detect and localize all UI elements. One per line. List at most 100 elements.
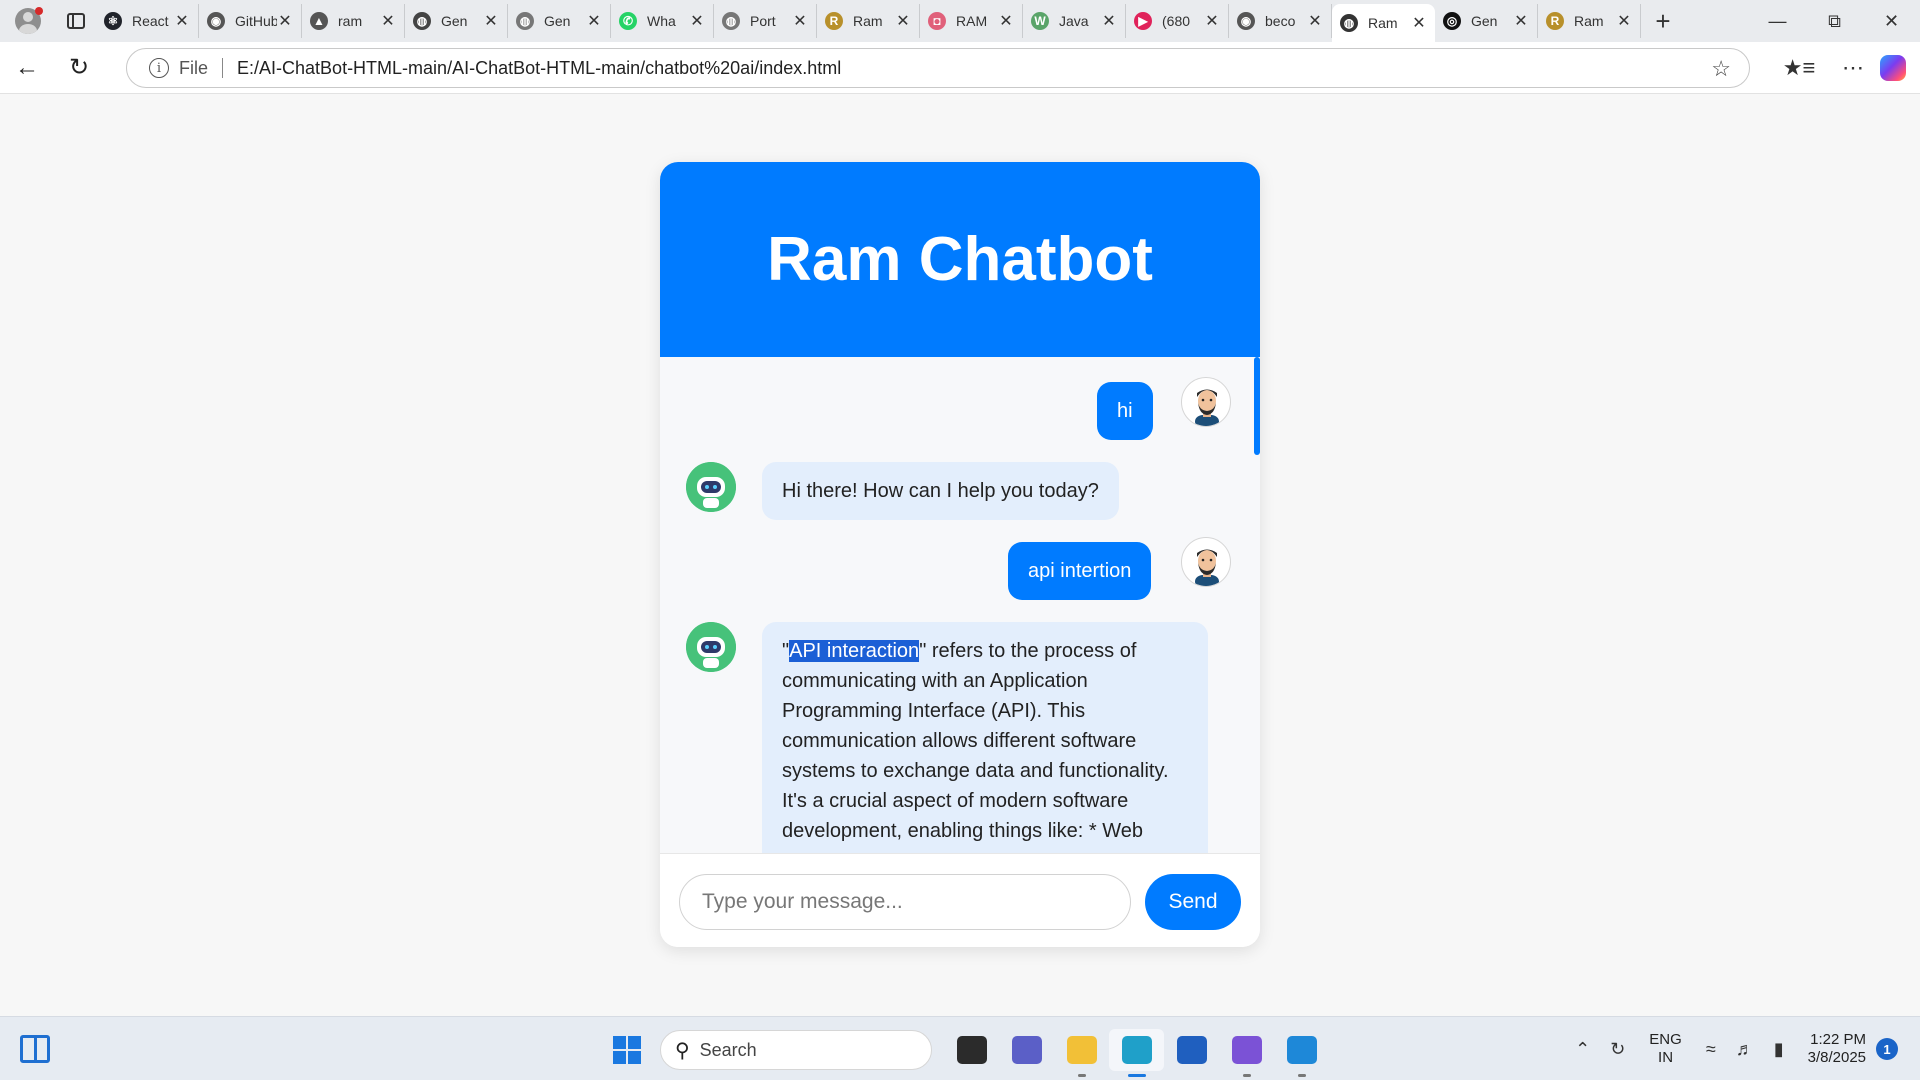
site-info-icon[interactable]: i: [149, 58, 169, 78]
taskbar-app-task-view[interactable]: [944, 1029, 999, 1071]
close-window-button[interactable]: ✕: [1863, 0, 1920, 42]
taskbar-search-label: Search: [699, 1039, 757, 1060]
browser-tab[interactable]: ◍ Ram ✕: [1332, 4, 1435, 42]
settings-more-button[interactable]: ⋯: [1826, 42, 1880, 94]
show-hidden-icons-chevron-icon[interactable]: ⌃: [1575, 1039, 1590, 1060]
taskbar-app-m365[interactable]: [1219, 1029, 1274, 1077]
address-url[interactable]: E:/AI-ChatBot-HTML-main/AI-ChatBot-HTML-…: [237, 58, 841, 79]
tab-title: Wha: [647, 13, 676, 29]
tab-favicon-icon: ◍: [1340, 14, 1358, 32]
taskbar-app-store[interactable]: [1164, 1029, 1219, 1071]
clock[interactable]: 1:22 PM 3/8/2025: [1808, 1031, 1866, 1067]
scrollbar-thumb[interactable]: [1254, 357, 1260, 455]
close-tab-icon[interactable]: ✕: [895, 11, 911, 31]
browser-tab[interactable]: W Java ✕: [1023, 4, 1126, 38]
chat-messages[interactable]: hi Hi there! How can I help you today? a…: [660, 357, 1260, 853]
send-button[interactable]: Send: [1145, 874, 1241, 930]
region-code: IN: [1658, 1049, 1674, 1066]
close-tab-icon[interactable]: ✕: [689, 11, 705, 31]
message-input[interactable]: Type your message...: [679, 874, 1131, 930]
taskbar-app-teams[interactable]: [999, 1029, 1054, 1071]
start-button[interactable]: [613, 1036, 641, 1064]
favorites-button[interactable]: ★≡: [1772, 42, 1826, 94]
close-tab-icon[interactable]: ✕: [380, 11, 396, 31]
chat-container: Ram Chatbot hi Hi there! How can I help …: [660, 162, 1260, 947]
browser-tab[interactable]: ▶ (680 ✕: [1126, 4, 1229, 38]
close-tab-icon[interactable]: ✕: [1513, 11, 1529, 31]
user-avatar-icon: [1195, 549, 1219, 586]
sync-icon[interactable]: ↻: [1610, 1039, 1625, 1060]
volume-icon[interactable]: ♬: [1736, 1039, 1754, 1060]
browser-tab[interactable]: ⚛ React ✕: [96, 4, 199, 38]
minimize-button[interactable]: —: [1749, 0, 1806, 42]
running-indicator: [1077, 1074, 1086, 1077]
store-icon: [1176, 1036, 1207, 1064]
browser-tab[interactable]: ▲ ram ✕: [302, 4, 405, 38]
taskbar-search[interactable]: ⚲ Search: [660, 1030, 932, 1070]
notification-dot-icon: [35, 7, 43, 15]
browser-tab[interactable]: ✆ Wha ✕: [611, 4, 714, 38]
system-tray: ⌃ ↻ ENG IN ≈ ♬ ▮ 1:22 PM 3/8/2025 1: [1565, 1017, 1920, 1080]
browser-tab[interactable]: R Ram ✕: [1538, 4, 1641, 38]
tab-title: (680: [1162, 13, 1191, 29]
message-text: Hi there! How can I help you today?: [782, 480, 1099, 502]
tab-title: Gen: [1471, 13, 1498, 29]
close-tab-icon[interactable]: ✕: [792, 11, 808, 31]
back-button[interactable]: ←: [0, 42, 54, 94]
close-tab-icon[interactable]: ✕: [1307, 11, 1323, 31]
bot-message: Hi there! How can I help you today?: [762, 462, 1119, 520]
tab-list: ⚛ React ✕ ◉ GitHub ✕ ▲ ram ✕ ◍ Gen ✕ ◍ Gen ✕ ✆ Wha ✕ ◍ Port…: [96, 0, 1641, 42]
task-view-icon: [956, 1036, 987, 1064]
notification-badge[interactable]: 1: [1876, 1038, 1898, 1060]
browser-tab[interactable]: ◎ Gen ✕: [1435, 4, 1538, 38]
close-tab-icon[interactable]: ✕: [174, 11, 190, 31]
profile-button[interactable]: [0, 0, 56, 42]
tab-title: Ram: [1574, 13, 1604, 29]
battery-icon[interactable]: ▮: [1774, 1039, 1784, 1060]
message-text: hi: [1117, 400, 1133, 422]
bot-message: "API interaction" refers to the process …: [762, 622, 1208, 853]
close-tab-icon[interactable]: ✕: [483, 11, 499, 31]
tab-favicon-icon: ✆: [619, 12, 637, 30]
address-bar[interactable]: i File E:/AI-ChatBot-HTML-main/AI-ChatBo…: [126, 48, 1750, 88]
message-text: " refers to the process of communicating…: [782, 640, 1169, 842]
robot-icon: [686, 622, 736, 672]
browser-tab[interactable]: ◉ beco ✕: [1229, 4, 1332, 38]
browser-tab[interactable]: ◘ RAM ✕: [920, 4, 1023, 38]
close-tab-icon[interactable]: ✕: [1411, 13, 1427, 33]
restore-button[interactable]: ⧉: [1806, 0, 1863, 42]
close-tab-icon[interactable]: ✕: [586, 11, 602, 31]
favorite-star-icon[interactable]: ☆: [1711, 56, 1731, 82]
wifi-icon[interactable]: ≈: [1706, 1039, 1716, 1060]
chat-scrollbar[interactable]: [1254, 357, 1260, 853]
close-tab-icon[interactable]: ✕: [1101, 11, 1117, 31]
running-indicator: [1242, 1074, 1251, 1077]
close-tab-icon[interactable]: ✕: [998, 11, 1014, 31]
taskbar-app-file-explorer[interactable]: [1054, 1029, 1109, 1077]
close-tab-icon[interactable]: ✕: [1616, 11, 1632, 31]
refresh-button[interactable]: ↻: [52, 42, 106, 94]
close-tab-icon[interactable]: ✕: [277, 11, 293, 31]
tab-favicon-icon: W: [1031, 12, 1049, 30]
browser-tab[interactable]: ◉ GitHub ✕: [199, 4, 302, 38]
browser-tab[interactable]: ◍ Gen ✕: [405, 4, 508, 38]
new-tab-button[interactable]: +: [1641, 0, 1685, 42]
taskbar-app-vscode[interactable]: [1274, 1029, 1329, 1077]
tab-actions-button[interactable]: [56, 0, 96, 42]
edge-icon: [1121, 1036, 1152, 1064]
language-code: ENG: [1649, 1031, 1682, 1048]
browser-tab[interactable]: ◍ Gen ✕: [508, 4, 611, 38]
browser-tab[interactable]: ◍ Port ✕: [714, 4, 817, 38]
tab-favicon-icon: R: [1546, 12, 1564, 30]
tab-favicon-icon: ⚛: [104, 12, 122, 30]
taskbar-app-edge[interactable]: [1109, 1029, 1164, 1077]
browser-tab[interactable]: R Ram ✕: [817, 4, 920, 38]
close-tab-icon[interactable]: ✕: [1204, 11, 1220, 31]
input-language[interactable]: ENG IN: [1649, 1031, 1682, 1067]
taskbar-apps: [944, 1029, 1329, 1077]
clock-date: 3/8/2025: [1807, 1049, 1866, 1066]
copilot-icon[interactable]: [1880, 55, 1906, 81]
tab-title: beco: [1265, 13, 1296, 29]
search-icon: ⚲: [675, 1039, 690, 1062]
widgets-icon[interactable]: [20, 1035, 50, 1063]
